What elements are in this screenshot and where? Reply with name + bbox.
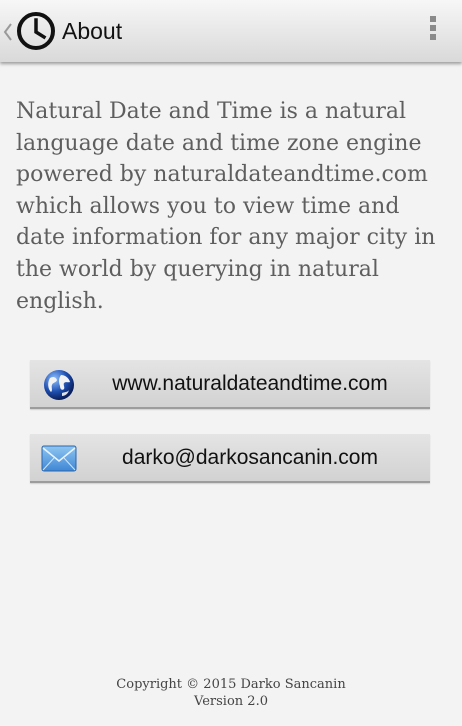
action-bar: About [0, 0, 462, 62]
website-button[interactable]: www.naturaldateandtime.com [30, 360, 430, 409]
page-title: About [62, 18, 123, 44]
overflow-menu-icon[interactable] [428, 16, 438, 46]
version-text: Version 2.0 [194, 694, 268, 709]
email-button[interactable]: darko@darkosancanin.com [30, 434, 430, 483]
copyright-text: Copyright © 2015 Darko Sancanin [116, 677, 346, 692]
footer: Copyright © 2015 Darko Sancanin Version … [0, 676, 462, 710]
email-link-label: darko@darkosancanin.com [122, 446, 378, 469]
about-description: Natural Date and Time is a natural langu… [16, 99, 436, 314]
chevron-left-icon[interactable] [2, 18, 14, 46]
website-link-label: www.naturaldateandtime.com [112, 372, 388, 395]
clock-icon[interactable] [16, 11, 56, 51]
